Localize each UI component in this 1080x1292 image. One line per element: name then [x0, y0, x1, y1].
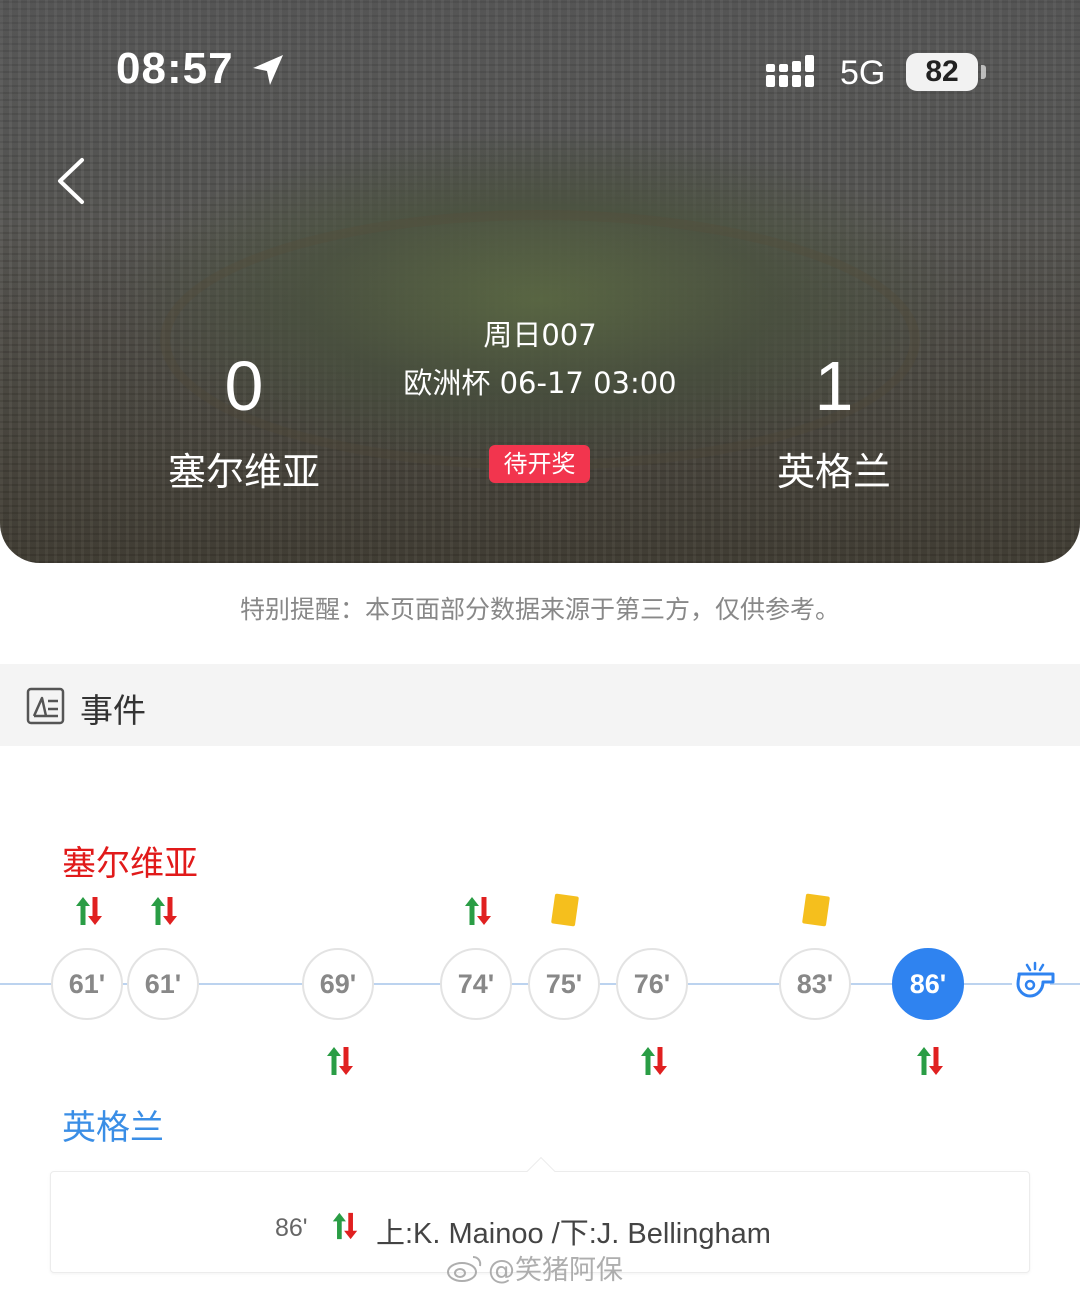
detail-substitution-text: 上:K. Mainoo /下:J. Bellingham	[376, 1218, 771, 1250]
substitution-icon	[638, 1045, 670, 1077]
network-type: 5G	[840, 54, 886, 92]
timeline-home-label: 塞尔维亚	[62, 844, 198, 884]
back-chevron-icon[interactable]	[52, 156, 92, 206]
substitution-icon	[324, 1045, 356, 1077]
battery-tip	[981, 65, 986, 79]
timeline-minute[interactable]: 69'	[302, 948, 374, 1020]
event-list-icon	[26, 687, 65, 725]
substitution-icon	[148, 895, 180, 927]
timeline-minute[interactable]: 76'	[616, 948, 688, 1020]
section-title: 事件	[80, 691, 146, 730]
match-number: 周日007	[483, 318, 597, 352]
signal-icon	[766, 55, 814, 87]
status-time: 08:57	[116, 44, 234, 93]
substitution-icon	[73, 895, 105, 927]
home-score: 0	[224, 347, 264, 425]
data-source-notice: 特别提醒：本页面部分数据来源于第三方，仅供参考。	[239, 595, 840, 624]
timeline-minute[interactable]: 75'	[528, 948, 600, 1020]
substitution-icon	[330, 1211, 360, 1241]
whistle-icon	[1016, 961, 1055, 998]
substitution-icon	[462, 895, 494, 927]
location-arrow-icon	[253, 55, 283, 85]
watermark: @笑猪阿保	[446, 1248, 623, 1287]
yellow-card-icon	[551, 893, 579, 927]
status-badge: 待开奖	[489, 445, 590, 483]
timeline-minute[interactable]: 61'	[51, 948, 123, 1020]
away-score: 1	[814, 347, 854, 425]
events-section-header	[0, 664, 1080, 746]
timeline-minute[interactable]: 74'	[440, 948, 512, 1020]
match-info: 欧洲杯 06-17 03:00	[403, 366, 677, 400]
detail-minute: 86'	[275, 1214, 308, 1242]
timeline-minute[interactable]: 83'	[779, 948, 851, 1020]
away-team-name: 英格兰	[776, 450, 891, 494]
watermark-text: @笑猪阿保	[488, 1255, 623, 1286]
yellow-card-icon	[802, 893, 830, 927]
timeline-minute[interactable]: 61'	[127, 948, 199, 1020]
timeline-minute-active[interactable]: 86'	[892, 948, 964, 1020]
home-team-name: 塞尔维亚	[167, 450, 320, 494]
weibo-logo-icon	[447, 1255, 482, 1282]
timeline-away-label: 英格兰	[62, 1108, 164, 1148]
substitution-icon	[914, 1045, 946, 1077]
battery-indicator: 82	[906, 53, 978, 91]
